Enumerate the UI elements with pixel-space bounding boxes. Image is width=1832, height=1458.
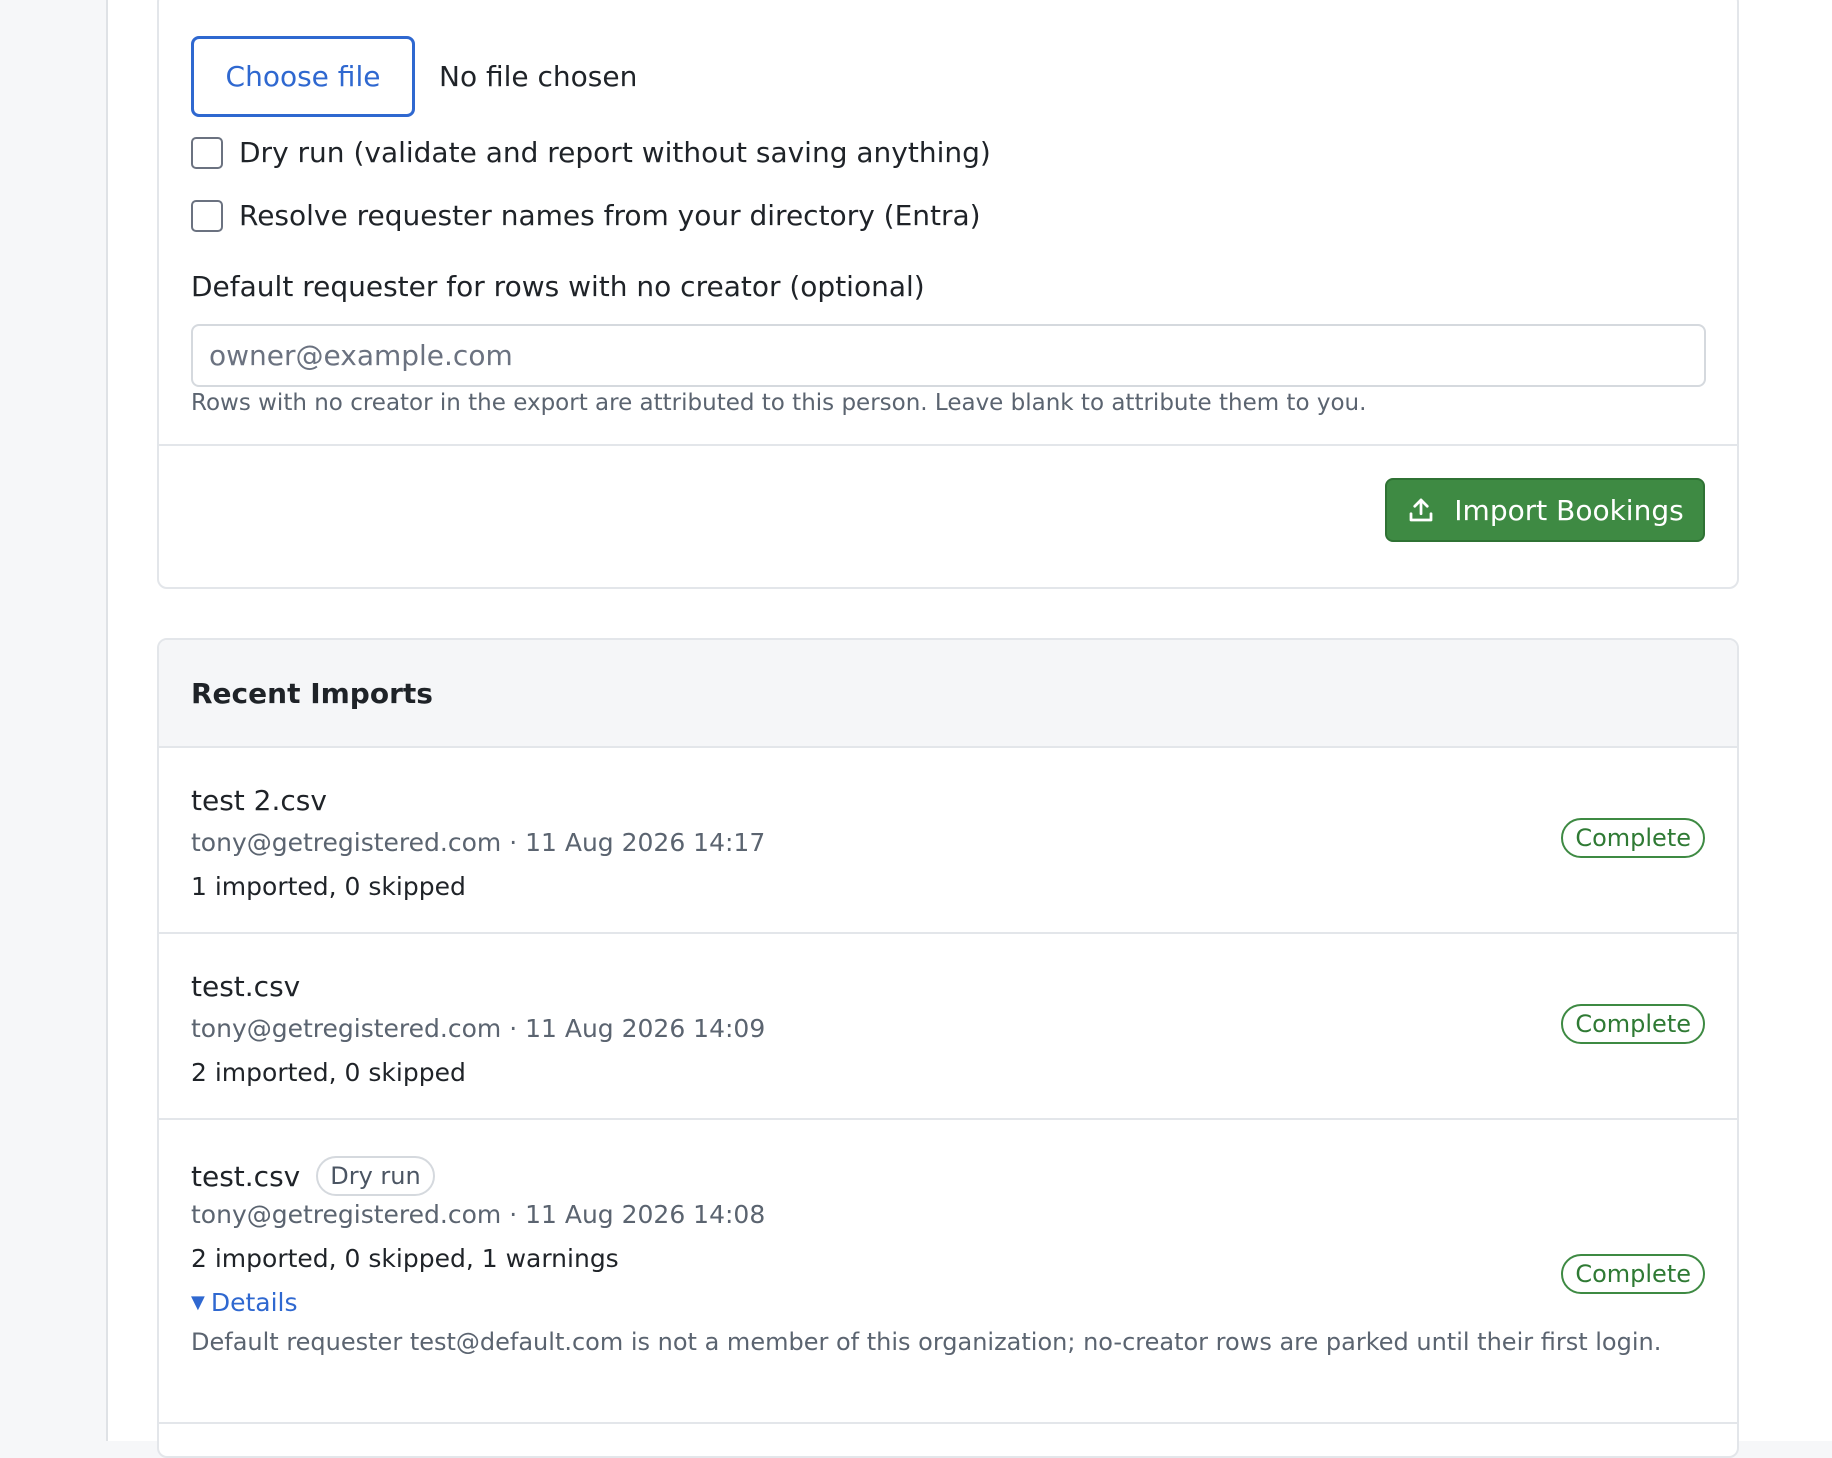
recent-imports-card: Recent Imports test 2.csv tony@getregist… bbox=[157, 638, 1739, 1458]
import-file-name-text: test.csv bbox=[191, 970, 301, 1003]
default-requester-input[interactable] bbox=[191, 324, 1706, 387]
default-requester-label: Default requester for rows with no creat… bbox=[191, 270, 925, 303]
details-toggle[interactable]: ▼ Details bbox=[191, 1288, 298, 1317]
import-list-item: test 2.csv tony@getregistered.com · 11 A… bbox=[159, 748, 1737, 934]
import-meta: tony@getregistered.com · 11 Aug 2026 14:… bbox=[191, 1200, 766, 1229]
import-file-name: test.csv Dry run bbox=[191, 1156, 435, 1196]
import-file-name-text: test.csv bbox=[191, 1159, 301, 1193]
dry-run-badge: Dry run bbox=[316, 1156, 435, 1196]
dry-run-option[interactable]: Dry run (validate and report without sav… bbox=[191, 136, 991, 169]
status-badge: Complete bbox=[1561, 818, 1705, 858]
import-bookings-label: Import Bookings bbox=[1454, 493, 1684, 527]
details-warning-text: Default requester test@default.com is no… bbox=[191, 1328, 1662, 1356]
resolve-names-label: Resolve requester names from your direct… bbox=[239, 199, 981, 232]
import-meta: tony@getregistered.com · 11 Aug 2026 14:… bbox=[191, 1014, 766, 1043]
upload-icon bbox=[1409, 498, 1433, 522]
import-form-card: Choose file No file chosen Dry run (vali… bbox=[157, 0, 1739, 589]
resolve-names-checkbox[interactable] bbox=[191, 199, 223, 232]
file-status-text: No file chosen bbox=[439, 60, 638, 93]
resolve-names-option[interactable]: Resolve requester names from your direct… bbox=[191, 199, 981, 232]
import-meta: tony@getregistered.com · 11 Aug 2026 14:… bbox=[191, 828, 766, 857]
import-list-item: test.csv Dry run tony@getregistered.com … bbox=[159, 1120, 1737, 1424]
choose-file-button[interactable]: Choose file bbox=[191, 36, 415, 117]
dry-run-checkbox[interactable] bbox=[191, 136, 223, 169]
import-bookings-button[interactable]: Import Bookings bbox=[1385, 478, 1705, 542]
import-file-name-text: test 2.csv bbox=[191, 784, 327, 817]
import-stats: 2 imported, 0 skipped bbox=[191, 1058, 466, 1087]
import-file-name: test 2.csv bbox=[191, 784, 327, 817]
triangle-down-icon: ▼ bbox=[191, 1292, 205, 1313]
default-requester-help: Rows with no creator in the export are a… bbox=[191, 390, 1367, 416]
details-label: Details bbox=[210, 1288, 298, 1317]
recent-imports-header: Recent Imports bbox=[159, 640, 1737, 748]
card-footer-divider bbox=[159, 444, 1737, 446]
recent-imports-title: Recent Imports bbox=[191, 676, 433, 710]
status-badge: Complete bbox=[1561, 1004, 1705, 1044]
import-file-name: test.csv bbox=[191, 970, 300, 1003]
import-stats: 2 imported, 0 skipped, 1 warnings bbox=[191, 1244, 619, 1273]
status-badge: Complete bbox=[1561, 1254, 1705, 1294]
import-stats: 1 imported, 0 skipped bbox=[191, 872, 466, 901]
import-list-item: test.csv tony@getregistered.com · 11 Aug… bbox=[159, 934, 1737, 1120]
file-picker: Choose file No file chosen bbox=[191, 36, 637, 117]
dry-run-label: Dry run (validate and report without sav… bbox=[239, 136, 991, 169]
